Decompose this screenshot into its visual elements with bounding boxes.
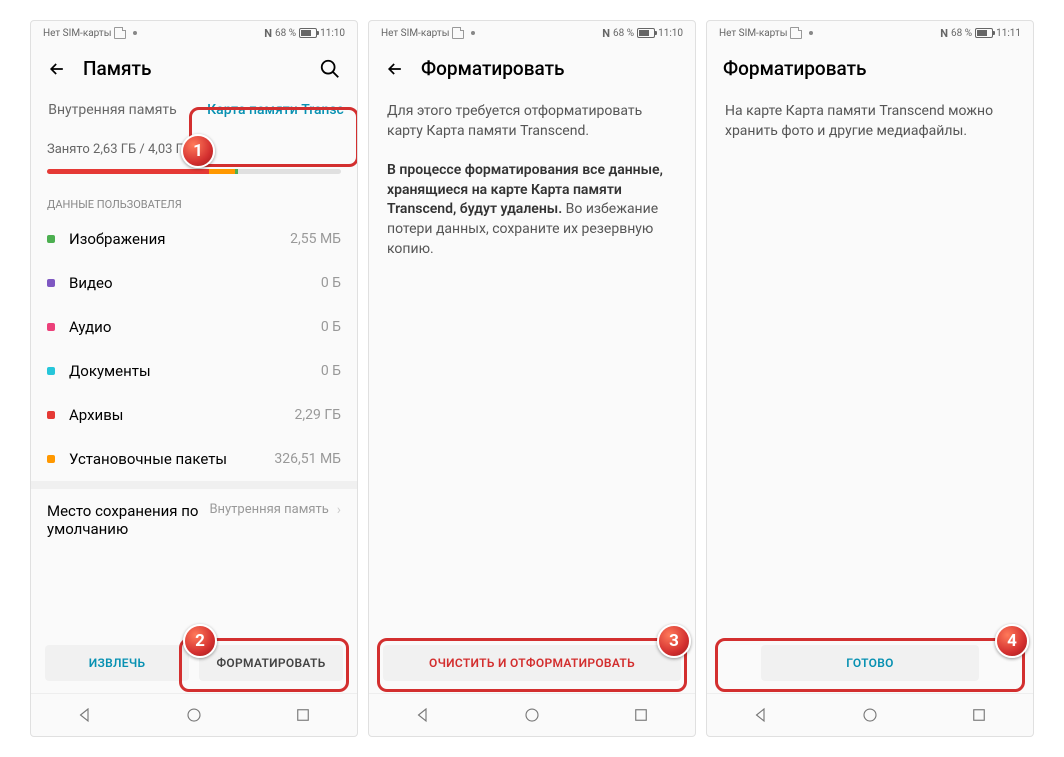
nav-recent-icon[interactable] bbox=[632, 706, 650, 724]
status-bar: Нет SIM-карты N 68 % 11:11 bbox=[707, 21, 1033, 45]
erase-format-button[interactable]: ОЧИСТИТЬ И ОТФОРМАТИРОВАТЬ bbox=[383, 645, 681, 681]
back-icon[interactable] bbox=[47, 59, 67, 79]
phone-screen-1: Нет SIM-карты N 68 % 11:10 Память Внутре… bbox=[30, 20, 358, 737]
back-icon[interactable] bbox=[385, 59, 405, 79]
battery-icon bbox=[637, 28, 655, 38]
color-dot-icon bbox=[47, 455, 55, 463]
bottom-buttons: ИЗВЛЕЧЬ ФОРМАТИРОВАТЬ bbox=[31, 633, 357, 693]
page-title: Форматировать bbox=[723, 57, 1017, 80]
sim-icon bbox=[452, 27, 464, 39]
list-item[interactable]: Видео 0 Б bbox=[31, 261, 357, 305]
body-text-2: В процессе форматирования все данные, хр… bbox=[369, 151, 695, 269]
eject-button[interactable]: ИЗВЛЕЧЬ bbox=[45, 645, 189, 681]
battery-pct: 68 % bbox=[951, 28, 972, 39]
dot-icon bbox=[809, 31, 813, 35]
sim-icon bbox=[790, 27, 802, 39]
nav-recent-icon[interactable] bbox=[294, 706, 312, 724]
nfc-icon: N bbox=[602, 27, 610, 40]
nav-home-icon[interactable] bbox=[185, 706, 203, 724]
color-dot-icon bbox=[47, 235, 55, 243]
search-icon[interactable] bbox=[319, 58, 341, 80]
nav-back-icon[interactable] bbox=[414, 706, 432, 724]
battery-icon bbox=[299, 28, 317, 38]
data-value: 2,29 ГБ bbox=[295, 407, 341, 423]
list-item[interactable]: Установочные пакеты 326,51 МБ bbox=[31, 437, 357, 481]
page-title: Память bbox=[83, 57, 303, 80]
phone-screen-3: Нет SIM-карты N 68 % 11:11 Форматировать… bbox=[706, 20, 1034, 737]
data-label: Установочные пакеты bbox=[69, 450, 274, 468]
battery-pct: 68 % bbox=[613, 28, 634, 39]
sim-icon bbox=[114, 27, 126, 39]
sim-text: Нет SIM-карты bbox=[719, 28, 787, 39]
default-value: Внутренняя память bbox=[209, 502, 328, 538]
nav-back-icon[interactable] bbox=[752, 706, 770, 724]
nav-home-icon[interactable] bbox=[861, 706, 879, 724]
done-button[interactable]: ГОТОВО bbox=[761, 645, 979, 681]
color-dot-icon bbox=[47, 367, 55, 375]
tab-internal[interactable]: Внутренняя память bbox=[31, 92, 194, 128]
data-value: 2,55 МБ bbox=[290, 231, 341, 247]
list-item[interactable]: Изображения 2,55 МБ bbox=[31, 217, 357, 261]
tab-sdcard[interactable]: Карта памяти Transc bbox=[194, 92, 357, 128]
sim-text: Нет SIM-карты bbox=[381, 28, 449, 39]
clock: 11:10 bbox=[658, 28, 683, 39]
nav-back-icon[interactable] bbox=[76, 706, 94, 724]
bottom-buttons: ОЧИСТИТЬ И ОТФОРМАТИРОВАТЬ bbox=[369, 633, 695, 693]
header: Память bbox=[31, 45, 357, 92]
data-value: 0 Б bbox=[321, 319, 341, 335]
list-item[interactable]: Архивы 2,29 ГБ bbox=[31, 393, 357, 437]
section-header: ДАННЫЕ ПОЛЬЗОВАТЕЛЯ bbox=[31, 182, 357, 217]
nav-home-icon[interactable] bbox=[523, 706, 541, 724]
color-dot-icon bbox=[47, 411, 55, 419]
data-label: Изображения bbox=[69, 230, 290, 248]
format-button[interactable]: ФОРМАТИРОВАТЬ bbox=[199, 645, 343, 681]
color-dot-icon bbox=[47, 323, 55, 331]
nav-bar bbox=[31, 693, 357, 736]
chevron-right-icon: › bbox=[337, 502, 341, 538]
status-bar: Нет SIM-карты N 68 % 11:10 bbox=[31, 21, 357, 45]
list-item[interactable]: Аудио 0 Б bbox=[31, 305, 357, 349]
default-label: Место сохранения по умолчанию bbox=[47, 502, 209, 538]
data-label: Аудио bbox=[69, 318, 321, 336]
nav-bar bbox=[707, 693, 1033, 736]
dot-icon bbox=[471, 31, 475, 35]
page-title: Форматировать bbox=[421, 57, 679, 80]
data-label: Архивы bbox=[69, 406, 295, 424]
clock: 11:10 bbox=[320, 28, 345, 39]
data-label: Видео bbox=[69, 274, 321, 292]
sim-text: Нет SIM-карты bbox=[43, 28, 111, 39]
battery-pct: 68 % bbox=[275, 28, 296, 39]
header: Форматировать bbox=[707, 45, 1033, 92]
dot-icon bbox=[133, 31, 137, 35]
default-location-row[interactable]: Место сохранения по умолчанию Внутренняя… bbox=[31, 481, 357, 551]
data-label: Документы bbox=[69, 362, 321, 380]
color-dot-icon bbox=[47, 279, 55, 287]
data-value: 326,51 МБ bbox=[274, 451, 341, 467]
nfc-icon: N bbox=[940, 27, 948, 40]
body-text-1: Для этого требуется отформатировать карт… bbox=[369, 92, 695, 151]
nfc-icon: N bbox=[264, 27, 272, 40]
bottom-buttons: ГОТОВО bbox=[707, 633, 1033, 693]
nav-bar bbox=[369, 693, 695, 736]
data-value: 0 Б bbox=[321, 363, 341, 379]
body-text: На карте Карта памяти Transcend можно хр… bbox=[707, 92, 1033, 151]
header: Форматировать bbox=[369, 45, 695, 92]
battery-icon bbox=[975, 28, 993, 38]
clock: 11:11 bbox=[996, 28, 1021, 39]
phone-screen-2: Нет SIM-карты N 68 % 11:10 Форматировать… bbox=[368, 20, 696, 737]
status-bar: Нет SIM-карты N 68 % 11:10 bbox=[369, 21, 695, 45]
storage-used-text: Занято 2,63 ГБ / 4,03 ГБ bbox=[31, 128, 357, 161]
tabs: Внутренняя память Карта памяти Transc bbox=[31, 92, 357, 128]
data-value: 0 Б bbox=[321, 275, 341, 291]
storage-bar bbox=[47, 169, 341, 174]
nav-recent-icon[interactable] bbox=[970, 706, 988, 724]
list-item[interactable]: Документы 0 Б bbox=[31, 349, 357, 393]
